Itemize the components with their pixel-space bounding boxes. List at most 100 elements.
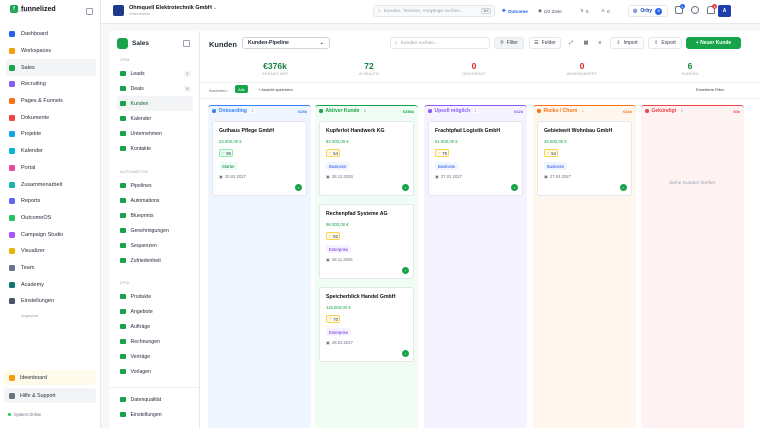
sales-item-kunden[interactable]: Kunden [117,96,193,111]
sales-item-deals[interactable]: Deals 8 [117,81,193,96]
nav-item-dokumente[interactable]: Dokumente [6,109,96,126]
nav-item-outcomeos[interactable]: OutcomeOS [6,210,96,227]
theme-toggle-icon[interactable] [691,6,699,14]
orby-button[interactable]: ◎ Orby 0 [628,5,668,17]
open-card-icon[interactable]: › [295,184,302,191]
counter-a[interactable]: ↯ 0 [580,8,588,14]
plan-tag: Enterprise [326,245,352,253]
open-card-icon[interactable]: › [402,350,409,357]
sales-collapse-icon[interactable] [183,40,190,47]
sales-item-vorlagen[interactable]: Vorlagen [117,364,193,379]
kpi-label: GESAMT-ARR [261,72,289,76]
column-sum: €34k [623,108,632,114]
kpi-card: €376k GESAMT-ARR [225,61,325,76]
view-all-pill[interactable]: Alle [235,85,248,93]
column-header[interactable]: Onboarding 1 €25k [208,105,311,116]
sales-item-genehmigungen[interactable]: Genehmigungen [117,223,193,238]
nav-item-workspaces[interactable]: Workspaces [6,43,96,60]
customer-search-input[interactable]: ⌕ Kunden suchen... [390,37,490,49]
kpi-value: 72 [364,61,374,71]
new-customer-button[interactable]: + Neuer Kunde [686,37,741,49]
list-view-icon[interactable]: ≡ [595,37,605,49]
expand-icon[interactable]: ⤢ [566,37,576,49]
customer-name: Guthaus Pflege GmbH [219,128,275,134]
column-header[interactable]: Upsell möglich 1 €62k [424,105,527,116]
counter-b[interactable]: ♙ 0 [601,8,610,14]
sales-item-automations[interactable]: Automations [117,193,193,208]
sales-item-kontakte[interactable]: Kontakte [117,141,193,156]
outcome-button[interactable]: ✤ Outcome [502,8,528,14]
nav-item-visualizer[interactable]: Visualizer [6,243,96,260]
customer-card[interactable]: Frachtpfad Logistik GmbH 61.500,00 € ♡ 79 Bu… [428,121,523,196]
bell-icon[interactable]: 3 [707,4,717,14]
nav-item-academy[interactable]: Academy [6,276,96,293]
calendar-icon: ▣ [326,340,330,345]
filter-button[interactable]: ⚲ Filter [494,37,524,49]
pipeline-select[interactable]: Kunden-Pipeline ⌄ [242,37,330,49]
export-button[interactable]: ⇧ Export [648,37,682,49]
ideas-button[interactable]: Ideenboard [4,370,96,385]
customer-card[interactable]: Gebietweit Wohnbau GmbH 33.500,00 € ♡ 54 Bus… [537,121,632,196]
goals-indicator[interactable]: ◉ 0/2 Ziele [538,8,562,14]
nav-item-kalender[interactable]: Kalender [6,143,96,160]
nav-item-campaign-studio[interactable]: Campaign Studio [6,226,96,243]
open-card-icon[interactable]: › [402,184,409,191]
customer-card[interactable]: Rechenpfad Systeme AG 96.000,00 € ♡ 82 Enter… [319,204,414,279]
sales-item-auftr-ge[interactable]: Aufträge [117,319,193,334]
sidebar-collapse-icon[interactable] [86,8,93,15]
leads-icon [120,70,126,77]
sales-item-sequenzen[interactable]: Sequenzen [117,238,193,253]
org-name[interactable]: Ohmquell Elektrotechnik GmbH [129,5,212,11]
settings-icon [9,298,15,305]
nav-item-reports[interactable]: Reports [6,193,96,210]
sales-item-produkte[interactable]: Produkte [117,289,193,304]
sales-item-label: Pipelines [130,182,152,189]
customer-card[interactable]: Kupferlot Handwerk KG 82.000,00 € ♡ 54 Busin… [319,121,414,196]
save-view-button[interactable]: + Ansicht speichern [258,87,293,92]
inbox-icon[interactable]: 3 [675,4,685,14]
sales-item-kalender[interactable]: Kalender [117,111,193,126]
org-logo-icon[interactable] [113,5,124,16]
sales-item-unternehmen[interactable]: Unternehmen [117,126,193,141]
nav-item-label: Dashboard [21,31,48,38]
customer-card[interactable]: Speicherblick Handel GmbH 118.000,00 € ♡ 70… [319,287,414,362]
column-header[interactable]: Aktiver Kunde 3 €256k [315,105,418,116]
advanced-filter-button[interactable]: Erweiterte Filter [696,87,724,92]
column-dot-icon [537,109,541,113]
pipelines-icon [120,182,126,189]
nav-item-dashboard[interactable]: Dashboard [6,26,96,43]
open-card-icon[interactable]: › [402,267,409,274]
nav-item-projekte[interactable]: Projekte [6,126,96,143]
global-search-input[interactable]: ⌕ Kunden, Termine, Vorgänge suchen... ⌘K [373,5,495,17]
sales-item-zufriedenheit[interactable]: Zufriedenheit [117,253,193,268]
sales-item-label: Zufriedenheit [130,257,161,264]
sales-item-rechnungen[interactable]: Rechnungen [117,334,193,349]
fields-button[interactable]: ☰ Felder [529,37,561,49]
nav-item-sales[interactable]: Sales [6,59,96,77]
help-button[interactable]: Hilfe & Support [4,388,96,403]
avatar[interactable]: A [718,5,731,17]
sales-item-vertr-ge[interactable]: Verträge [117,349,193,364]
nav-item-recruiting[interactable]: Recruiting [6,76,96,93]
open-card-icon[interactable]: › [620,184,627,191]
column-header[interactable]: Risiko / Churn 1 €34k [533,105,636,116]
sales-item-einstellungen[interactable]: Einstellungen [117,407,193,422]
nav-item-einstellungen[interactable]: Einstellungen [6,293,96,310]
customer-amount: 61.500,00 € [435,139,458,144]
import-button[interactable]: ⇩ Import [610,37,644,49]
sales-item-pipelines[interactable]: Pipelines [117,178,193,193]
nav-item-pages-funnels[interactable]: Pages & Funnels [6,93,96,110]
nav-item-label: Einstellungen [21,298,55,305]
nav-item-zusammenarbeit[interactable]: Zusammenarbeit [6,176,96,193]
customer-card[interactable]: Guthaus Pflege GmbH 24.800,00 € ♡ 85 Starter… [212,121,307,196]
sales-item-blueprints[interactable]: Blueprints [117,208,193,223]
sales-item-datenqualit-t[interactable]: Datenqualität [117,392,193,407]
open-card-icon[interactable]: › [511,184,518,191]
sales-item-angebote[interactable]: Angebote [117,304,193,319]
org-chevron-down-icon[interactable]: ⌄ [213,5,217,11]
column-header[interactable]: Gekündigt 0 €0k [641,105,744,116]
nav-item-portal[interactable]: Portal [6,160,96,177]
nav-item-team[interactable]: Team [6,260,96,277]
sales-item-leads[interactable]: Leads 2 [117,66,193,81]
grid-view-icon[interactable]: ▦ [581,37,591,49]
